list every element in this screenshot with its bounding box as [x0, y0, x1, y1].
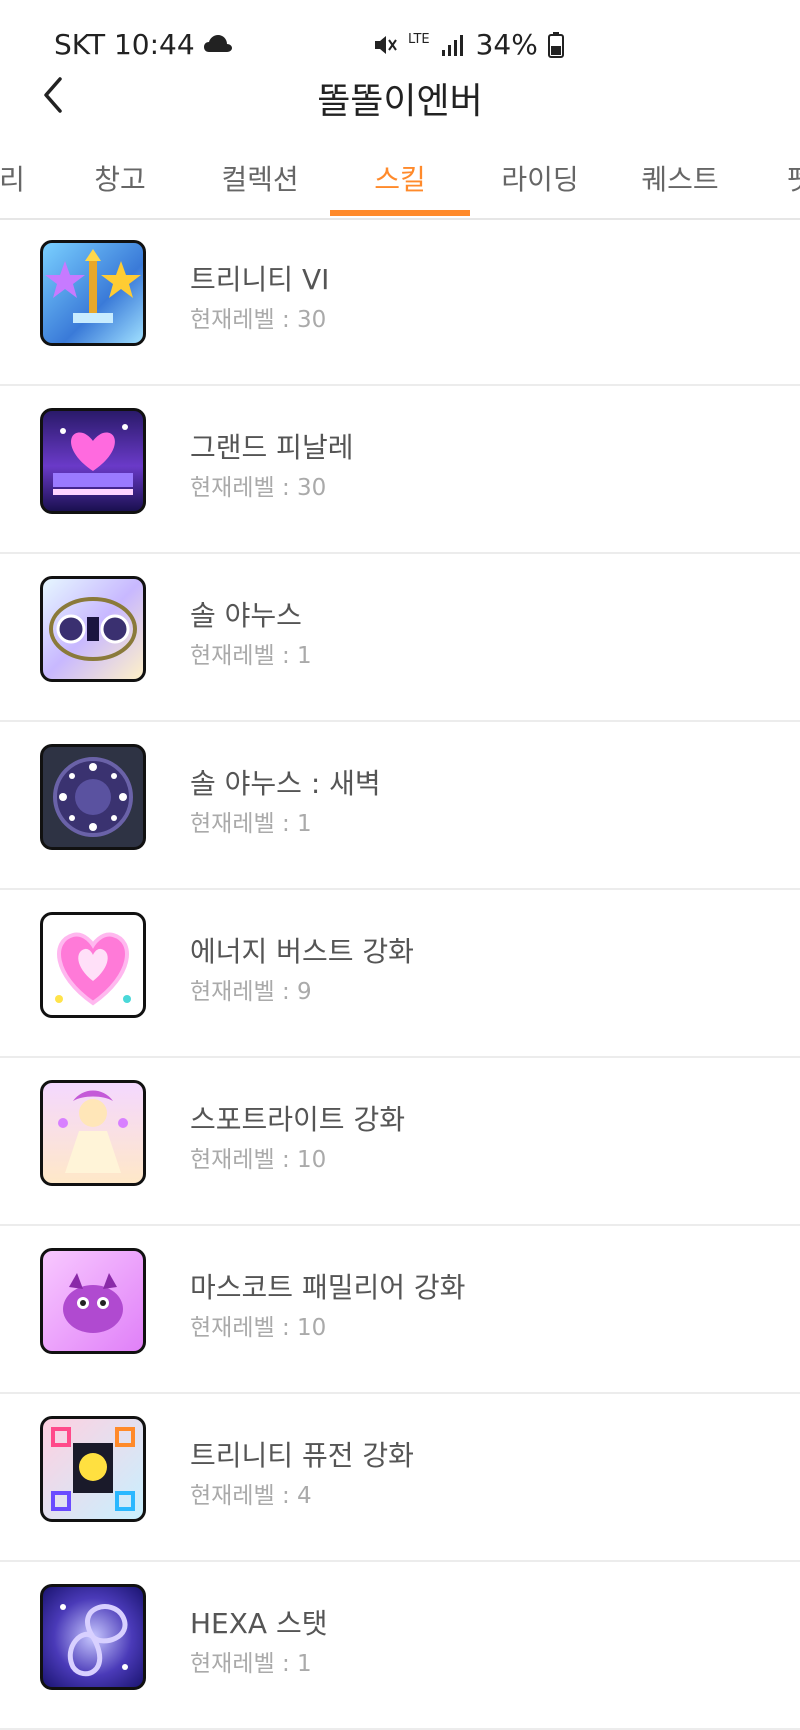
skill-name: 트리니티 VI — [190, 263, 330, 296]
spotlight-skill-icon — [40, 1080, 146, 1186]
skill-row[interactable]: 에너지 버스트 강화 현재레벨 : 9 — [0, 890, 800, 1058]
carrier-time: SKT 10:44 — [54, 28, 195, 61]
sol-janus-dawn-skill-icon — [40, 744, 146, 850]
skill-row[interactable]: 솔 야누스 : 새벽 현재레벨 : 1 — [0, 722, 800, 890]
skill-level: 현재레벨 : 30 — [190, 475, 327, 501]
skill-level: 현재레벨 : 10 — [190, 1147, 327, 1173]
active-tab-indicator — [330, 210, 470, 216]
skill-name: 트리니티 퓨전 강화 — [190, 1439, 414, 1472]
cloud-icon — [203, 34, 232, 52]
skill-row[interactable]: HEXA 스탯 현재레벨 : 1 — [0, 1562, 800, 1730]
battery-icon — [547, 31, 564, 58]
skill-name: 그랜드 피날레 — [190, 431, 354, 464]
trinity-skill-icon — [40, 240, 146, 346]
tab-bar: 리 창고 컬렉션 스킬 라이딩 퀘스트 펫 — [0, 140, 800, 220]
hexa-stat-icon — [40, 1584, 146, 1690]
skill-level: 현재레벨 : 1 — [190, 643, 312, 669]
skill-name: 에너지 버스트 강화 — [190, 935, 414, 968]
skill-row[interactable]: 솔 야누스 현재레벨 : 1 — [0, 554, 800, 722]
battery-percent: 34% — [475, 28, 538, 61]
skill-list: 트리니티 VI 현재레벨 : 30 그랜드 피날레 현재레벨 : 30 솔 야누… — [0, 218, 800, 1730]
mascot-familiar-skill-icon — [40, 1248, 146, 1354]
skill-name: HEXA 스탯 — [190, 1607, 328, 1640]
skill-row[interactable]: 스포트라이트 강화 현재레벨 : 10 — [0, 1058, 800, 1226]
energy-burst-skill-icon — [40, 912, 146, 1018]
tab-prev-partial[interactable]: 리 — [0, 158, 25, 198]
skill-level: 현재레벨 : 9 — [190, 979, 312, 1005]
skill-name: 마스코트 패밀리어 강화 — [190, 1271, 466, 1304]
page-title: 똘똘이엔버 — [317, 81, 483, 122]
skill-level: 현재레벨 : 10 — [190, 1315, 327, 1341]
skill-level: 현재레벨 : 30 — [190, 307, 327, 333]
mute-icon — [375, 35, 397, 54]
tab-collection[interactable]: 컬렉션 — [221, 158, 298, 198]
tab-pet-partial[interactable]: 펫 — [787, 158, 800, 198]
tab-quest[interactable]: 퀘스트 — [641, 158, 718, 198]
skill-name: 스포트라이트 강화 — [190, 1103, 405, 1136]
skill-level: 현재레벨 : 4 — [190, 1483, 312, 1509]
skill-row[interactable]: 트리니티 퓨전 강화 현재레벨 : 4 — [0, 1394, 800, 1562]
skill-row[interactable]: 마스코트 패밀리어 강화 현재레벨 : 10 — [0, 1226, 800, 1394]
skill-row[interactable]: 그랜드 피날레 현재레벨 : 30 — [0, 386, 800, 554]
status-right: LTE 34% — [372, 28, 564, 61]
sol-janus-skill-icon — [40, 576, 146, 682]
skill-name: 솔 야누스 : 새벽 — [190, 767, 381, 800]
status-left: SKT 10:44 — [54, 28, 233, 61]
grand-finale-skill-icon — [40, 408, 146, 514]
header: 똘똘이엔버 — [0, 60, 800, 128]
skill-level: 현재레벨 : 1 — [190, 811, 312, 837]
signal-icon — [441, 34, 463, 56]
trinity-fusion-skill-icon — [40, 1416, 146, 1522]
tab-skill[interactable]: 스킬 — [374, 158, 426, 198]
skill-name: 솔 야누스 — [190, 599, 302, 632]
tab-storage[interactable]: 창고 — [94, 158, 146, 198]
tab-riding[interactable]: 라이딩 — [501, 158, 578, 198]
skill-row[interactable]: 트리니티 VI 현재레벨 : 30 — [0, 218, 800, 386]
network-type: LTE — [408, 32, 430, 47]
skill-level: 현재레벨 : 1 — [190, 1651, 312, 1677]
